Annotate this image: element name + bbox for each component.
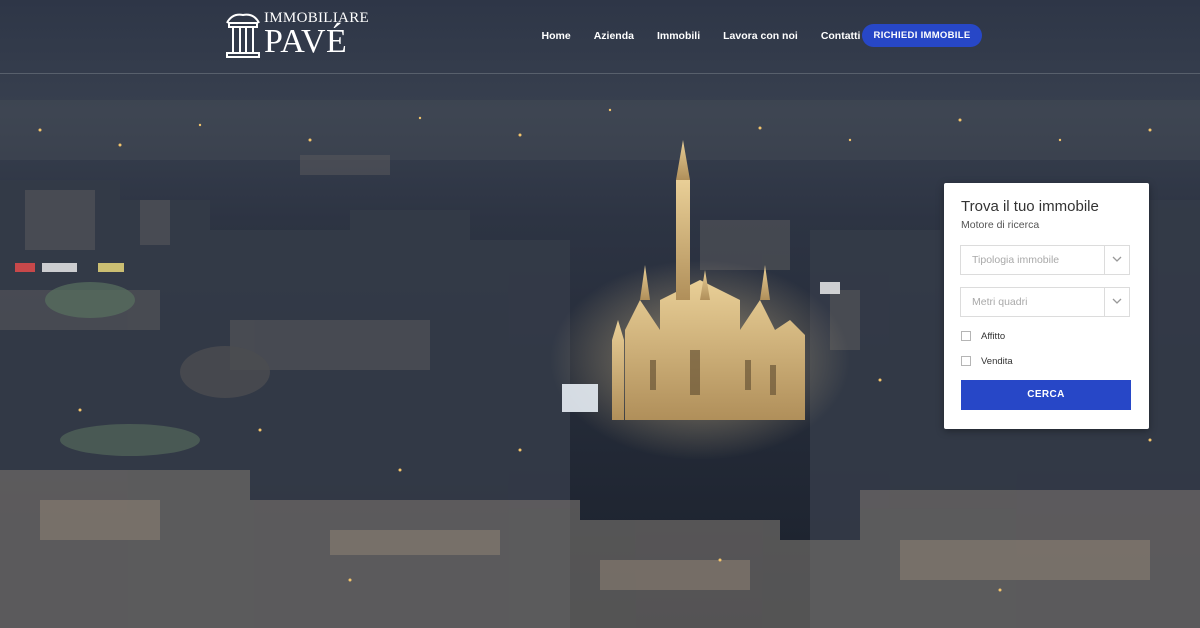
- property-search-panel: Trova il tuo immobile Motore di ricerca …: [944, 183, 1149, 429]
- nav-lavora-con-noi[interactable]: Lavora con noi: [712, 24, 810, 48]
- search-subtitle: Motore di ricerca: [961, 219, 1040, 231]
- rent-label: Affitto: [981, 330, 1006, 342]
- sale-checkbox-row[interactable]: Vendita: [961, 354, 1013, 368]
- search-title: Trova il tuo immobile: [961, 198, 1099, 215]
- property-type-select[interactable]: Tipologia immobile: [960, 245, 1130, 275]
- nav-home[interactable]: Home: [530, 24, 582, 48]
- size-placeholder: Metri quadri: [972, 296, 1028, 308]
- nav-immobili[interactable]: Immobili: [645, 24, 711, 48]
- sale-checkbox[interactable]: [961, 356, 971, 366]
- size-select[interactable]: Metri quadri: [960, 287, 1130, 317]
- request-property-button[interactable]: RICHIEDI IMMOBILE: [862, 24, 982, 47]
- building-columns-icon: [226, 13, 260, 58]
- site-header: IMMOBILIARE PAVÉ Home Azienda Immobili L…: [0, 0, 1200, 74]
- sale-label: Vendita: [981, 355, 1013, 367]
- brand-logo[interactable]: IMMOBILIARE PAVÉ: [224, 10, 369, 60]
- rent-checkbox[interactable]: [961, 331, 971, 341]
- main-nav: Home Azienda Immobili Lavora con noi Con…: [530, 24, 872, 48]
- rent-checkbox-row[interactable]: Affitto: [961, 329, 1005, 343]
- brand-name-main: PAVÉ: [264, 23, 348, 60]
- property-type-dropdown[interactable]: [1104, 246, 1129, 274]
- chevron-down-icon: [1112, 298, 1122, 304]
- property-type-placeholder: Tipologia immobile: [972, 254, 1060, 266]
- nav-azienda[interactable]: Azienda: [582, 24, 645, 48]
- chevron-down-icon: [1112, 256, 1122, 262]
- size-dropdown[interactable]: [1104, 288, 1129, 316]
- search-submit-button[interactable]: CERCA: [961, 380, 1131, 410]
